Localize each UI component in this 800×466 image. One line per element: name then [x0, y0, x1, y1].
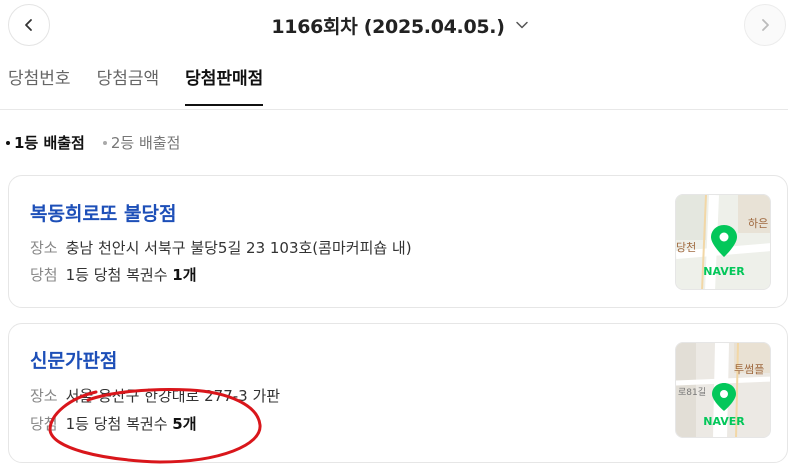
win-label: 당첨 — [30, 415, 58, 433]
map-label: 로81길 — [678, 387, 706, 398]
round-selector[interactable]: 1166회차 (2025.04.05.) — [0, 10, 800, 40]
win-prefix: 1등 당첨 복권수 — [65, 266, 168, 284]
chevron-down-icon — [515, 21, 528, 29]
win-count: 5개 — [172, 415, 197, 433]
filter-first-prize[interactable]: 1등 배출점 — [6, 132, 85, 153]
store-name[interactable]: 신문가판점 — [30, 346, 117, 373]
store-address: 서울 용산구 한강대로 277-3 가판 — [65, 387, 281, 405]
store-address: 충남 천안시 서북구 불당5길 23 103호(콤마커피숍 내) — [65, 239, 412, 257]
store-name[interactable]: 복동희로또 불당점 — [30, 199, 176, 226]
map-image: 하은 당천 NAVER — [676, 195, 770, 289]
store-address-row: 장소 서울 용산구 한강대로 277-3 가판 — [30, 385, 280, 406]
map-label: 하은 — [748, 216, 768, 230]
map-image: 투썸플 로81길 NAVER — [676, 343, 770, 437]
map-thumbnail[interactable]: 투썸플 로81길 NAVER — [675, 342, 771, 438]
address-label: 장소 — [30, 239, 58, 257]
tab-divider — [0, 109, 788, 110]
bullet-icon — [102, 140, 107, 145]
store-win-row: 당첨 1등 당첨 복권수 1개 — [30, 264, 197, 285]
rank-filter: 1등 배출점 2등 배출점 — [6, 132, 198, 153]
store-card[interactable]: 복동희로또 불당점 장소 충남 천안시 서북구 불당5길 23 103호(콤마커피… — [8, 175, 788, 308]
round-title[interactable]: 1166회차 (2025.04.05.) — [271, 12, 505, 39]
tab-winning-stores[interactable]: 당첨판매점 — [185, 64, 264, 106]
map-label: 투썸플 — [734, 363, 764, 376]
store-win-row: 당첨 1등 당첨 복권수 5개 — [30, 413, 197, 434]
next-round-button[interactable] — [744, 4, 786, 46]
address-label: 장소 — [30, 387, 58, 405]
store-card[interactable]: 신문가판점 장소 서울 용산구 한강대로 277-3 가판 당첨 1등 당첨 복권수… — [8, 323, 788, 463]
tab-bar: 당첨번호 당첨금액 당첨판매점 — [8, 64, 289, 106]
tab-prize-amount[interactable]: 당첨금액 — [97, 64, 160, 106]
map-label: 당천 — [676, 240, 696, 254]
win-prefix: 1등 당첨 복권수 — [65, 415, 168, 433]
map-brand: NAVER — [703, 265, 745, 278]
filter-label: 1등 배출점 — [14, 134, 85, 152]
chevron-right-icon — [762, 19, 769, 31]
filter-second-prize[interactable]: 2등 배출점 — [102, 132, 181, 153]
store-address-row: 장소 충남 천안시 서북구 불당5길 23 103호(콤마커피숍 내) — [30, 237, 412, 258]
tab-winning-numbers[interactable]: 당첨번호 — [8, 64, 71, 106]
map-thumbnail[interactable]: 하은 당천 NAVER — [675, 194, 771, 290]
win-label: 당첨 — [30, 266, 58, 284]
win-count: 1개 — [172, 266, 197, 284]
filter-label: 2등 배출점 — [110, 134, 181, 152]
bullet-icon — [6, 140, 10, 145]
map-brand: NAVER — [703, 415, 745, 428]
